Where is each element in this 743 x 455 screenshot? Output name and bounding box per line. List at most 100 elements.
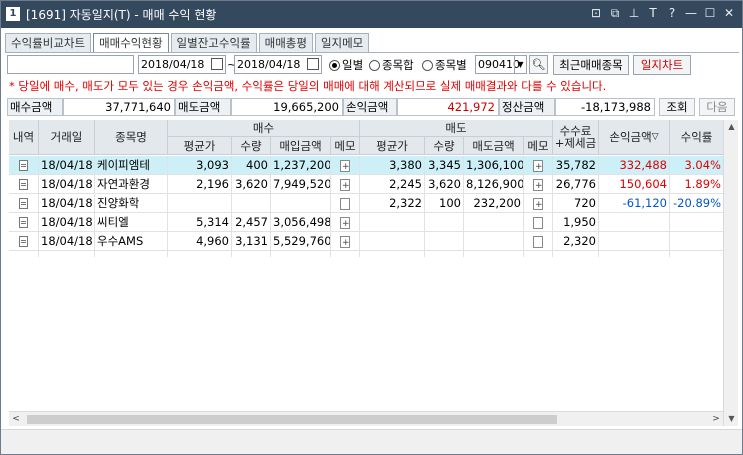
minimize-icon[interactable]: — — [684, 6, 698, 21]
header-stock-name[interactable]: 종목명 — [95, 120, 168, 155]
horizontal-scrollbar[interactable]: < > — [9, 411, 723, 426]
duplicate-icon[interactable]: ⧉ — [608, 6, 622, 21]
table-row[interactable]: 18/04/18케이피엠테3,0934001,237,200 3,3803,345… — [9, 156, 724, 175]
memo-icon[interactable] — [533, 158, 543, 175]
header-date[interactable]: 거래일 — [39, 120, 95, 155]
memo-icon[interactable] — [340, 177, 350, 194]
vertical-scrollbar[interactable]: ▲ ▼ — [723, 120, 738, 426]
header-return-rate[interactable]: 수익률 — [670, 120, 724, 155]
cell-memo — [331, 213, 360, 232]
cell-date: 18/04/18 — [39, 175, 95, 194]
cell-buy-amount: 5,529,760 — [271, 232, 331, 251]
grid-line — [669, 251, 670, 257]
document-icon[interactable] — [19, 198, 28, 209]
tab-3[interactable]: 매매총평 — [258, 33, 313, 52]
calendar-icon[interactable] — [211, 58, 223, 70]
text-size-icon[interactable]: T — [646, 6, 660, 21]
cell-detail — [9, 232, 39, 251]
sort-icon[interactable]: ▽ — [652, 131, 659, 143]
memo-icon[interactable] — [340, 158, 350, 175]
cell-buy-amount — [271, 194, 331, 213]
cell-sell-avg: 2,322 — [360, 194, 425, 213]
cell-date: 18/04/18 — [39, 194, 95, 213]
next-button[interactable]: 다음 — [699, 98, 735, 116]
header-buy-memo[interactable]: 메모 — [331, 137, 360, 155]
grid-line — [424, 251, 425, 257]
window-controls: ⊡ ⧉ ⊥ T? — ☐ ✕ — [589, 6, 736, 21]
cell-pnl: -61,120 — [599, 194, 670, 213]
radio-by-sum[interactable]: 종목합 — [369, 57, 414, 73]
scroll-up-icon[interactable]: ▲ — [724, 120, 739, 134]
stock-code-select[interactable]: 090410 ▼ — [475, 55, 527, 74]
close-icon[interactable]: ✕ — [722, 6, 736, 21]
cell-sell-amount: 8,126,900 — [464, 175, 524, 194]
table-row[interactable]: 18/04/18진양화학 2,322100232,200 720-61,120-20… — [9, 194, 724, 213]
memo-icon[interactable] — [533, 177, 543, 194]
header-detail[interactable]: 내역 — [9, 120, 39, 155]
search-icon: 🔍︎ — [531, 58, 546, 71]
table-row[interactable]: 18/04/18자연과환경2,1963,6207,949,5202,2453,6… — [9, 175, 724, 194]
header-buy-qty[interactable]: 수량 — [232, 137, 271, 155]
cell-buy-qty: 2,457 — [232, 213, 271, 232]
restore-icon[interactable]: ⊡ — [589, 6, 603, 21]
memo-icon[interactable] — [533, 216, 543, 229]
header-sell-memo[interactable]: 메모 — [524, 137, 553, 155]
tab-1[interactable]: 매매수익현황 — [93, 33, 169, 52]
cell-sell-qty: 100 — [425, 194, 464, 213]
memo-icon[interactable] — [340, 215, 350, 232]
date-to-field[interactable]: 2018/04/18 — [234, 55, 322, 74]
table-row[interactable]: 18/04/18우수AMS4,9603,1315,529,760 2,320 — [9, 232, 724, 251]
cell-pnl — [599, 232, 670, 251]
journal-chart-button[interactable]: 일지차트 — [633, 55, 691, 75]
pin-icon[interactable]: ⊥ — [627, 6, 641, 21]
radio-by-stock[interactable]: 종목별 — [422, 57, 467, 73]
recent-trades-button[interactable]: 최근매매종목 — [553, 55, 629, 75]
cell-detail — [9, 175, 39, 194]
header-sell-amount[interactable]: 매도금액 — [464, 137, 524, 155]
memo-icon[interactable] — [340, 197, 350, 210]
pnl-amount-label: 손익금액 — [343, 98, 397, 116]
document-icon[interactable] — [19, 160, 28, 171]
tab-4[interactable]: 일지메모 — [314, 33, 370, 52]
header-pnl[interactable]: 손익금액 ▽ — [599, 120, 670, 155]
cell-memo — [524, 213, 553, 232]
help-icon[interactable]: ? — [665, 6, 679, 21]
scroll-thumb[interactable] — [27, 415, 557, 424]
search-button[interactable]: 🔍︎ — [529, 55, 548, 74]
scroll-left-icon[interactable]: < — [9, 412, 23, 427]
scroll-right-icon[interactable]: > — [709, 412, 723, 427]
header-buy-amount[interactable]: 매입금액 — [271, 137, 331, 155]
cell-buy-qty: 3,131 — [232, 232, 271, 251]
memo-icon[interactable] — [340, 234, 350, 251]
cell-return-rate: -20.89% — [670, 194, 724, 213]
memo-icon[interactable] — [533, 196, 543, 213]
query-button[interactable]: 조회 — [659, 98, 695, 116]
memo-icon[interactable] — [533, 235, 543, 248]
header-buy-avg[interactable]: 평균가 — [168, 137, 232, 155]
header-sell-qty[interactable]: 수량 — [425, 137, 464, 155]
radio-dot[interactable] — [422, 59, 433, 71]
tab-0[interactable]: 수익률비교차트 — [5, 33, 92, 52]
chevron-down-icon[interactable]: ▼ — [514, 56, 526, 73]
header-fee-tax[interactable]: 수수료 +제세금 — [553, 120, 599, 155]
cell-date: 18/04/18 — [39, 156, 95, 175]
radio-dot[interactable] — [369, 59, 380, 71]
document-icon[interactable] — [19, 179, 28, 190]
scroll-down-icon[interactable]: ▼ — [724, 412, 739, 426]
cell-stock-name: 진양화학 — [95, 194, 168, 213]
account-input[interactable] — [7, 55, 134, 74]
header-sell-avg[interactable]: 평균가 — [360, 137, 425, 155]
radio-daily[interactable]: 일별 — [329, 57, 363, 73]
document-icon[interactable] — [19, 236, 28, 247]
window-number: 1 — [6, 7, 20, 21]
document-icon[interactable] — [19, 217, 28, 228]
table-row[interactable]: 18/04/18씨티엘5,3142,4573,056,498 1,950 — [9, 213, 724, 232]
calendar-icon[interactable] — [307, 58, 319, 70]
cell-memo — [524, 175, 553, 194]
date-from-field[interactable]: 2018/04/18 — [138, 55, 226, 74]
tab-2[interactable]: 일별잔고수익률 — [170, 33, 257, 52]
grid-line — [463, 251, 464, 257]
notice-text: * 당일에 매수, 매도가 모두 있는 경우 손익금액, 수익률은 당일의 매매… — [9, 79, 607, 93]
maximize-icon[interactable]: ☐ — [703, 6, 717, 21]
radio-dot[interactable] — [329, 59, 340, 71]
